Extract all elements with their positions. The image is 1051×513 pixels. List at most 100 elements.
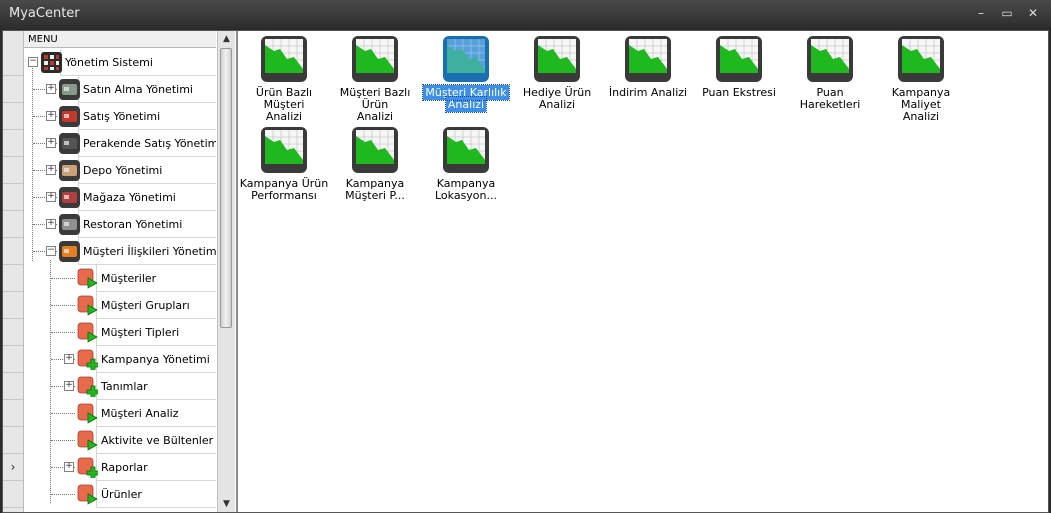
area-chart-icon <box>442 35 490 83</box>
tree-connector <box>51 332 75 333</box>
expand-icon[interactable]: + <box>64 462 74 472</box>
row-header-cell[interactable] <box>3 346 23 373</box>
tile-label-line: İndirim Analizi <box>608 86 688 99</box>
truck-icon <box>59 106 80 127</box>
boxes-icon <box>59 160 80 181</box>
tree-connector <box>51 278 75 279</box>
scroll-up-button[interactable]: ▲ <box>218 31 235 47</box>
tree-scrollbar[interactable]: ▲ ▼ <box>217 31 235 512</box>
row-header-cell[interactable] <box>3 481 23 508</box>
scroll-thumb[interactable] <box>220 48 232 328</box>
tree-node[interactable]: Aktivite ve Bültenler <box>24 427 216 454</box>
scroll-down-button[interactable]: ▼ <box>218 496 235 512</box>
report-tile[interactable]: Ürün Bazlı Müşteri Analizi <box>239 32 329 123</box>
tree-connector <box>51 413 75 414</box>
report-tile[interactable]: Müşteri Bazlı Ürün Analizi <box>330 32 420 123</box>
tree-node[interactable]: Müşteri Tipleri <box>24 319 216 346</box>
report-tile[interactable]: İndirim Analizi <box>603 32 693 122</box>
report-tile[interactable]: Hediye Ürün Analizi <box>512 32 602 122</box>
tree-node[interactable]: + Kampanya Yönetimi <box>24 346 216 373</box>
title-bar: MyaCenter – ▭ ✕ <box>0 0 1051 28</box>
row-header-cell[interactable] <box>3 103 23 130</box>
report-tile[interactable]: Kampanya Ürün Performansı <box>239 123 329 213</box>
tree-node[interactable]: + Raporlar <box>24 454 216 481</box>
expand-icon[interactable]: + <box>46 84 56 94</box>
expand-icon[interactable]: + <box>46 165 56 175</box>
tree-node[interactable]: − Müşteri İlişkileri Yönetimi <box>24 238 216 265</box>
expand-icon[interactable]: + <box>46 192 56 202</box>
close-button[interactable]: ✕ <box>1023 4 1043 22</box>
area-chart-icon <box>715 35 763 83</box>
report-tile[interactable]: Puan Hareketleri <box>785 32 875 122</box>
tree-node-label: Raporlar <box>101 461 148 474</box>
play-doc-icon <box>77 268 98 289</box>
window-title: MyaCenter <box>9 6 80 21</box>
tree-node[interactable]: + Mağaza Yönetimi <box>24 184 216 211</box>
tree-node[interactable]: + Satın Alma Yönetimi <box>24 76 216 103</box>
tree-node[interactable]: + Tanımlar <box>24 373 216 400</box>
report-tile[interactable]: Puan Ekstresi <box>694 32 784 122</box>
tree-node[interactable]: − Yönetim Sistemi <box>24 49 216 76</box>
report-tile[interactable]: Kampanya Maliyet Analizi <box>876 32 966 123</box>
row-header-cell[interactable] <box>3 184 23 211</box>
tile-label-line: Analizi <box>902 110 940 123</box>
minimize-button[interactable]: – <box>971 4 991 22</box>
expand-icon[interactable]: + <box>46 111 56 121</box>
report-tile-label: Ürün Bazlı Müşteri Analizi <box>239 87 329 123</box>
area-chart-icon <box>533 35 581 83</box>
navigation-panel: › MENU − Yönetim Sistemi + Satın Alma Yönet… <box>3 31 238 512</box>
expand-icon[interactable]: + <box>64 354 74 364</box>
row-header-cell[interactable] <box>3 211 23 238</box>
tree-node-label: Restoran Yönetimi <box>83 218 183 231</box>
row-header-cell[interactable] <box>3 400 23 427</box>
tile-label-line: Performansı <box>251 189 317 202</box>
expand-icon[interactable]: + <box>46 138 56 148</box>
report-tile[interactable]: Kampanya Müşteri P... <box>330 123 420 213</box>
tree-node[interactable]: + Perakende Satış Yönetimi <box>24 130 216 157</box>
area-chart-icon <box>260 126 308 174</box>
plus-doc-icon <box>77 376 100 399</box>
report-tile-label: Kampanya Maliyet Analizi <box>876 87 966 123</box>
row-header-cell[interactable] <box>3 238 23 265</box>
tree-node[interactable]: + Restoran Yönetimi <box>24 211 216 238</box>
tree-node-label: Müşteriler <box>101 272 157 285</box>
row-header-cell[interactable]: › <box>3 454 23 481</box>
report-tile[interactable]: Kampanya Lokasyon... <box>421 123 511 213</box>
area-chart-icon <box>624 35 672 83</box>
row-header-cell[interactable] <box>3 427 23 454</box>
tile-label-line: Analizi <box>265 110 303 123</box>
tile-label-line: Kampanya Maliyet <box>891 86 951 111</box>
tree-node-label: Perakende Satış Yönetimi <box>83 137 216 150</box>
maximize-button[interactable]: ▭ <box>997 4 1017 22</box>
tree-node[interactable]: + Satış Yönetimi <box>24 103 216 130</box>
row-header-cell[interactable] <box>3 292 23 319</box>
expand-icon[interactable]: + <box>46 219 56 229</box>
tree-node[interactable]: + Depo Yönetimi <box>24 157 216 184</box>
row-header-cell[interactable] <box>3 49 23 76</box>
tile-label-line: Analizi <box>356 110 394 123</box>
menu-tree: − Yönetim Sistemi + Satın Alma Yönetimi + Sat… <box>24 49 216 512</box>
area-chart-icon <box>806 35 854 83</box>
expand-icon[interactable]: + <box>64 381 74 391</box>
report-tile[interactable]: Müşteri Karlılık Analizi <box>421 32 511 122</box>
tree-node-label: Depo Yönetimi <box>83 164 163 177</box>
tree-node[interactable]: Müşteriler <box>24 265 216 292</box>
row-header-cell[interactable] <box>3 76 23 103</box>
tree-node[interactable]: Ürünler <box>24 481 216 508</box>
row-header-cell[interactable] <box>3 373 23 400</box>
tree-node-label: Kampanya Yönetimi <box>101 353 210 366</box>
crm-icon <box>59 241 80 262</box>
tile-label-line: Analizi <box>444 96 488 113</box>
cart-icon <box>59 79 80 100</box>
row-header-cell[interactable] <box>3 130 23 157</box>
row-header-cell[interactable] <box>3 157 23 184</box>
collapse-icon[interactable]: − <box>28 57 38 67</box>
row-header-cell[interactable] <box>3 319 23 346</box>
tree-node[interactable]: Müşteri Grupları <box>24 292 216 319</box>
collapse-icon[interactable]: − <box>46 246 56 256</box>
report-tile-label: Puan Ekstresi <box>694 87 784 99</box>
row-header-cell[interactable] <box>3 265 23 292</box>
tree-node[interactable]: Müşteri Analiz <box>24 400 216 427</box>
store-icon <box>59 187 80 208</box>
report-tile-label: İndirim Analizi <box>603 87 693 99</box>
